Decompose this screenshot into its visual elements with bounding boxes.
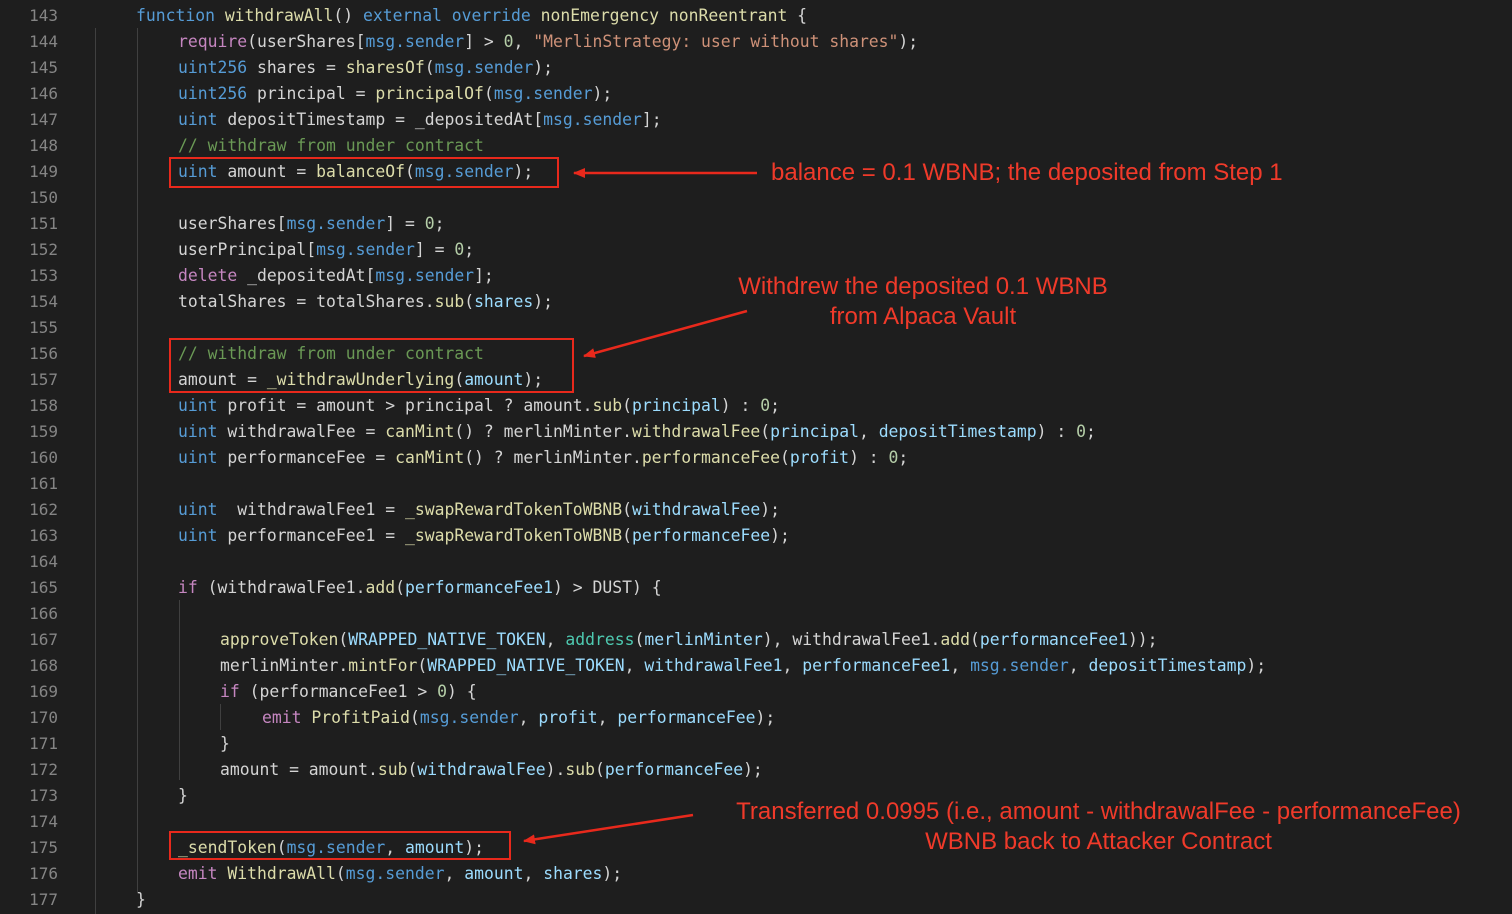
annotation-transferred: Transferred 0.0995 (i.e., amount - withd… — [696, 797, 1501, 857]
arrow-withdrew — [583, 309, 748, 358]
annotation-transferred-line2: WBNB back to Attacker Contract — [925, 828, 1272, 855]
annotation-withdrew-line2: from Alpaca Vault — [829, 303, 1017, 330]
annotation-balance: balance = 0.1 WBNB; the deposited from S… — [771, 159, 1283, 186]
annotation-transferred-line1: Transferred 0.0995 (i.e., amount - withd… — [736, 798, 1461, 825]
code-editor[interactable]: 143 144 145 146 147 148 149 150 151 152 153 154 155 1… — [0, 0, 1512, 914]
annotation-withdrew-line1: Withdrew the deposited 0.1 WBNB — [738, 273, 1108, 300]
annotation-arrows — [523, 168, 757, 845]
arrow-transferred — [523, 813, 694, 845]
annotation-withdrew: Withdrew the deposited 0.1 WBNB from Alp… — [731, 272, 1115, 332]
